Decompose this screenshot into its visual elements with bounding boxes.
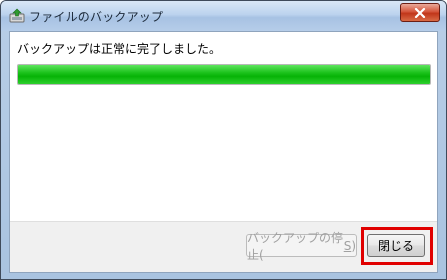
close-button[interactable]: 閉じる: [367, 234, 425, 257]
progress-fill: [18, 65, 430, 84]
status-message: バックアップは正常に完了しました。: [17, 42, 222, 56]
stop-backup-button[interactable]: バックアップの停止(S): [246, 231, 357, 262]
window-close-button[interactable]: [400, 3, 440, 22]
stop-backup-label-prefix: バックアップの停止(: [247, 230, 344, 262]
backup-icon: [9, 8, 25, 24]
stop-backup-mnemonic: S: [343, 238, 352, 253]
close-icon: [414, 3, 426, 22]
progress-bar: [17, 64, 431, 85]
backup-dialog: ファイルのバックアップ バックアップは正常に完了しました。 バックアップの停止(…: [0, 0, 447, 280]
stop-backup-label-suffix: ): [351, 238, 356, 253]
title-bar[interactable]: ファイルのバックアップ: [1, 1, 446, 31]
button-bar: バックアップの停止(S) 閉じる: [10, 221, 437, 272]
window-title: ファイルのバックアップ: [29, 10, 164, 24]
dialog-content: バックアップは正常に完了しました。 バックアップの停止(S) 閉じる: [9, 31, 438, 273]
